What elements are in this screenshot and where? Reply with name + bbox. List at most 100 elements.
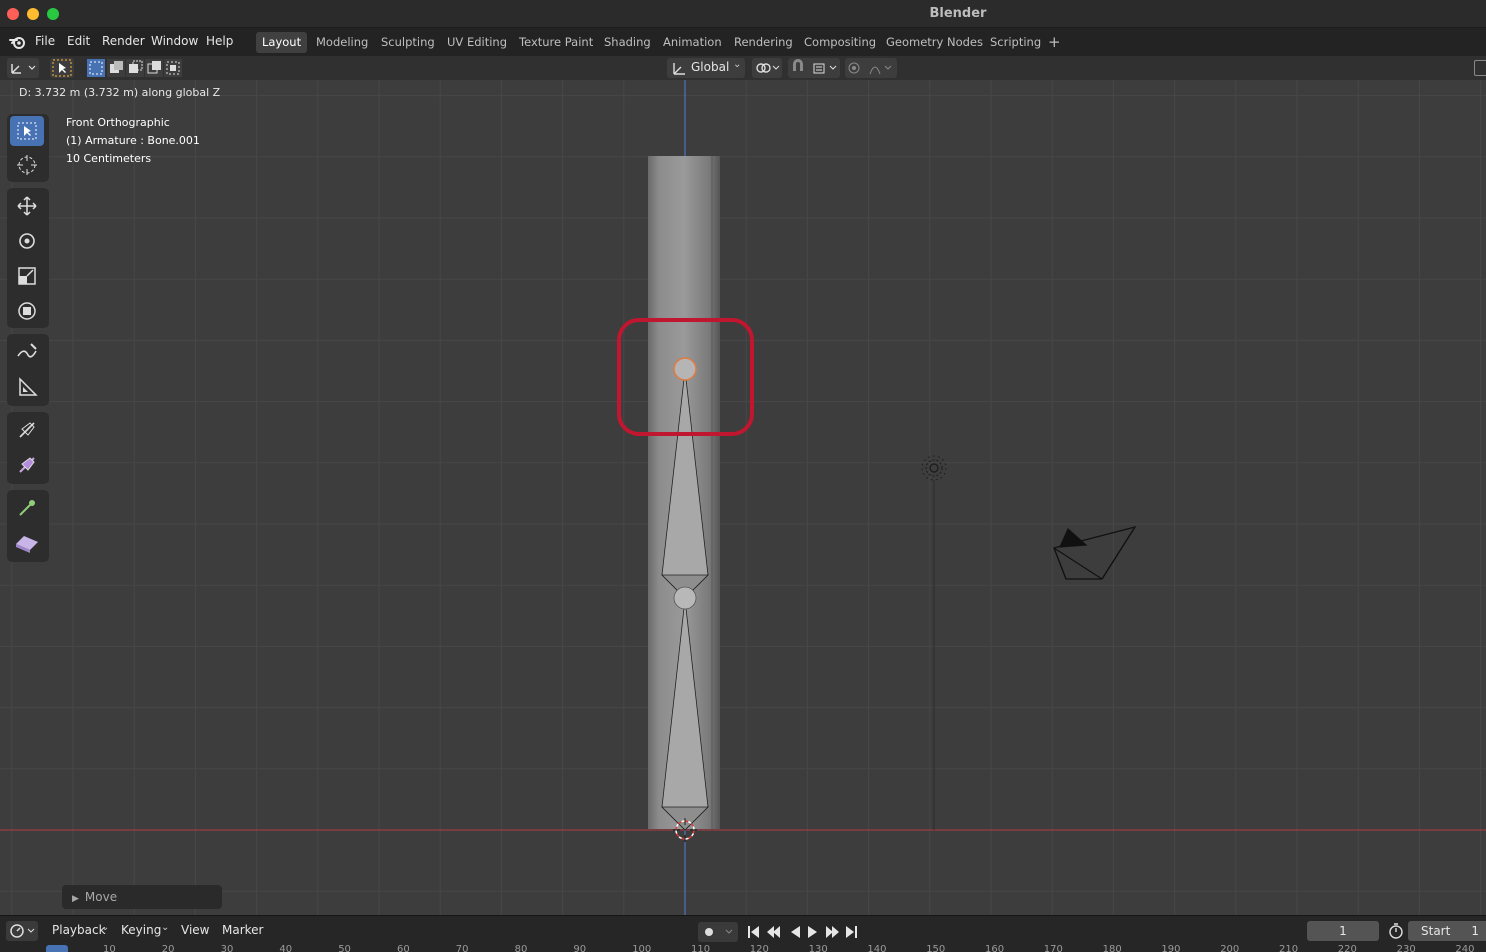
move-icon — [17, 196, 37, 216]
tool-extrude[interactable] — [10, 493, 44, 523]
next-keyframe-icon[interactable] — [826, 926, 839, 938]
start-frame-value: 1 — [1471, 924, 1479, 938]
last-operation-label: Move — [84, 890, 118, 904]
blender-window: Blender File Edit Render Window Help Lay… — [0, 0, 1486, 952]
record-icon — [705, 928, 733, 936]
jump-start-icon[interactable] — [748, 926, 759, 938]
select-mode-subtract-button[interactable] — [126, 59, 144, 77]
timeline-editor-type-button[interactable] — [6, 921, 38, 941]
collapsed-header-handle[interactable] — [1474, 60, 1486, 76]
current-frame-field[interactable]: 1 — [1307, 921, 1379, 941]
blender-logo-icon[interactable] — [9, 34, 27, 53]
select-mode-intersect-button[interactable] — [164, 59, 182, 77]
tool-bone-size[interactable] — [10, 450, 44, 480]
tool-rotate[interactable] — [10, 226, 44, 256]
snapping-group[interactable] — [788, 58, 840, 78]
editor-type-button[interactable] — [7, 58, 39, 78]
light-object-icon[interactable] — [921, 455, 947, 830]
ruler-frame-number: 210 — [1279, 944, 1299, 952]
select-box-icon — [52, 59, 72, 77]
tab-uv-editing[interactable]: UV Editing — [441, 32, 513, 53]
ruler-frame-number: 120 — [749, 944, 769, 952]
orientation-icon — [673, 63, 685, 75]
tab-sculpting[interactable]: Sculpting — [375, 32, 441, 53]
cursor-icon — [17, 155, 37, 175]
ruler-frame-number: 10 — [103, 944, 116, 952]
ruler-frame-number: 200 — [1220, 944, 1240, 952]
subtract-selection-icon — [129, 60, 143, 73]
ruler-frame-number: 60 — [397, 944, 410, 952]
tab-modeling[interactable]: Modeling — [310, 32, 374, 53]
camera-object-icon[interactable] — [1053, 526, 1137, 580]
tool-cursor[interactable] — [10, 150, 44, 180]
grid-scale-label: 10 Centimeters — [66, 152, 152, 165]
menu-render[interactable]: Render — [102, 34, 145, 48]
tool-select-box[interactable] — [10, 116, 44, 146]
proportional-editing-group[interactable] — [845, 58, 897, 78]
select-box-icon — [17, 122, 37, 140]
clock-icon — [10, 924, 35, 938]
bone-joint[interactable] — [673, 586, 697, 610]
tool-transform[interactable] — [10, 296, 44, 326]
menu-file[interactable]: File — [35, 34, 55, 48]
tool-envelope[interactable] — [10, 528, 44, 558]
menu-keying[interactable]: Keying — [121, 923, 161, 937]
tab-rendering[interactable]: Rendering — [728, 32, 799, 53]
title-bar: Blender — [0, 0, 1486, 28]
ruler-frame-number: 100 — [632, 944, 652, 952]
select-tool-button[interactable] — [50, 58, 74, 78]
chevron-down-icon: ⌄ — [101, 922, 110, 933]
tool-roll[interactable] — [10, 415, 44, 445]
menu-edit[interactable]: Edit — [67, 34, 90, 48]
chevron-down-icon: ⌄ — [161, 922, 170, 933]
ruler-frame-number: 150 — [926, 944, 946, 952]
tab-animation[interactable]: Animation — [657, 32, 728, 53]
tool-move[interactable] — [10, 191, 44, 221]
tab-geometry-nodes[interactable]: Geometry Nodes — [880, 32, 989, 53]
transform-orientation-dropdown[interactable]: Global ⌄ — [667, 58, 745, 78]
playback-controls — [744, 921, 864, 946]
tab-scripting[interactable]: Scripting — [984, 32, 1047, 53]
prev-keyframe-icon[interactable] — [767, 926, 780, 938]
extend-selection-icon — [110, 61, 123, 73]
menu-window[interactable]: Window — [151, 34, 198, 48]
3d-viewport[interactable]: D: 3.732 m (3.732 m) along global Z Fron… — [0, 80, 1486, 915]
grid-lines — [0, 80, 1486, 915]
operator-status-text: D: 3.732 m (3.732 m) along global Z — [19, 86, 221, 99]
ruler-frame-number: 110 — [691, 944, 711, 952]
play-reverse-icon[interactable] — [791, 926, 800, 938]
timeline-editor: Playback ⌄ Keying ⌄ View Marker 1 Start … — [0, 915, 1486, 952]
ruler-frame-number: 230 — [1396, 944, 1416, 952]
tab-compositing[interactable]: Compositing — [798, 32, 882, 53]
tab-texture-paint[interactable]: Texture Paint — [513, 32, 599, 53]
select-mode-invert-button[interactable] — [145, 59, 163, 77]
chevron-down-icon: ⌄ — [733, 59, 742, 70]
ruler-frame-number: 130 — [808, 944, 828, 952]
pivot-point-dropdown[interactable] — [752, 58, 782, 78]
new-selection-icon — [89, 61, 103, 75]
preview-range-icon[interactable] — [1388, 922, 1404, 943]
ruler-frame-number: 140 — [867, 944, 887, 952]
tab-shading[interactable]: Shading — [598, 32, 657, 53]
envelope-icon — [16, 536, 38, 553]
tool-scale[interactable] — [10, 261, 44, 291]
playhead-marker[interactable] — [46, 945, 68, 952]
select-mode-new-button[interactable] — [87, 59, 105, 77]
select-mode-extend-button[interactable] — [107, 59, 125, 77]
intersect-selection-icon — [166, 61, 180, 75]
tool-measure[interactable] — [10, 372, 44, 402]
menu-view[interactable]: View — [181, 923, 209, 937]
menu-playback[interactable]: Playback — [52, 923, 106, 937]
start-frame-field[interactable]: Start 1 — [1408, 921, 1486, 941]
menu-help[interactable]: Help — [206, 34, 233, 48]
jump-end-icon[interactable] — [846, 926, 857, 938]
record-button[interactable] — [698, 922, 738, 942]
tool-annotate[interactable] — [10, 337, 44, 367]
tab-layout[interactable]: Layout — [256, 32, 308, 53]
last-operation-panel[interactable]: ▶ Move — [62, 885, 222, 909]
add-workspace-icon[interactable]: + — [1048, 33, 1061, 51]
play-icon[interactable] — [808, 926, 817, 938]
menu-marker[interactable]: Marker — [222, 923, 263, 937]
bone-tail-selected[interactable] — [673, 357, 697, 381]
measure-icon — [19, 377, 38, 396]
